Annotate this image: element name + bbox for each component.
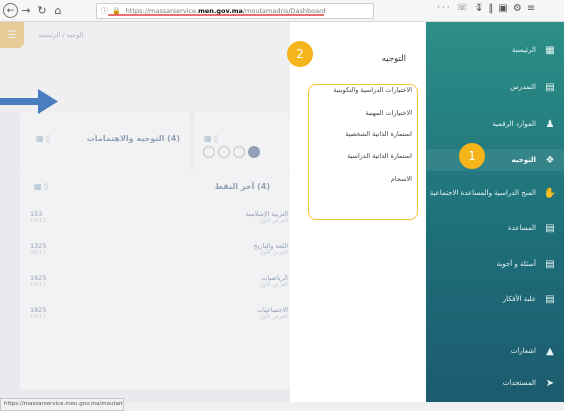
card-count: (4) <box>167 134 180 143</box>
submenu-item-harmony[interactable]: الاسجام <box>304 175 412 183</box>
orientation-submenu: التوجيه الاختيارات الدراسية والتكوينية ا… <box>290 22 426 402</box>
sidebar-item-label: علبة الأفكار <box>502 295 536 303</box>
date: 26/11 <box>30 250 46 256</box>
exam-label: الفرض الأول <box>259 218 288 224</box>
dashboard-icon: ▦ <box>545 44 555 56</box>
sidebar-item-ideas[interactable]: علبة الأفكار ▤ <box>426 288 564 310</box>
sidebar-item-scholarships[interactable]: المنح الدراسية والمساعدة الاجتماعية ✋ <box>426 182 564 204</box>
table-row-score: 1325 26/11 <box>30 242 47 256</box>
table-row-score: 1625 19/11 <box>30 274 47 288</box>
pocket-icon[interactable]: ☏ <box>456 3 469 13</box>
sidebar-item-notifications[interactable]: اشعارات ▲ <box>426 340 564 362</box>
bell-icon: ▲ <box>546 345 554 357</box>
submenu-title: التوجيه <box>381 54 406 64</box>
progress-card: ▦ ◊ <box>194 112 290 172</box>
sidebar-item-label: المساعدة <box>507 224 536 232</box>
date: 19/11 <box>30 282 46 288</box>
status-url: https://massarservice.men.gov.ma/moutama… <box>0 398 124 411</box>
annotation-badge-1: 1 <box>459 143 485 169</box>
extension-icon[interactable]: ⚙ <box>513 3 527 14</box>
sidebar-item-schooling[interactable]: التمدرس ▤ <box>426 76 564 98</box>
sidebar-item-label: اشعارات <box>510 347 536 355</box>
compass-icon: ❖ <box>545 154 555 166</box>
sidebar-item-label: المستجدات <box>502 379 536 387</box>
home-tag-icon[interactable]: ☰ <box>0 22 24 48</box>
faq-icon: ▤ <box>545 258 555 270</box>
sidebar-item-label: التوجيه <box>511 156 536 164</box>
back-icon[interactable]: ← <box>3 3 18 18</box>
exam-label: الفرض الأول <box>259 314 288 320</box>
forward-icon[interactable]: → <box>18 3 34 19</box>
toolbar-icons: ↧‖▣⚙≡ <box>475 3 540 14</box>
sidebar-item-label: الموارد الرقمية <box>492 120 536 128</box>
exam-label: الفرض الأول <box>259 250 288 256</box>
table-row-subject: الرياضيات الفرض الأول <box>232 274 288 288</box>
submenu-item-personal-form[interactable]: استمارة الذاتية الشخصية <box>304 130 412 138</box>
hand-icon: ✋ <box>543 187 557 199</box>
home-icon[interactable]: ⌂ <box>50 3 66 19</box>
sidebar: الرئيسية ▦ التمدرس ▤ الموارد الرقمية ♟ التو… <box>426 22 564 402</box>
sidebar-item-label: المنح الدراسية والمساعدة الاجتماعية <box>429 189 536 197</box>
card-title-text: التوجيه والاهتمامات <box>86 134 165 143</box>
score: 1825 <box>30 306 47 314</box>
card-title: (4) التوجيه والاهتمامات <box>87 134 180 143</box>
idea-icon: ▤ <box>545 293 555 305</box>
pointer-arrow-icon <box>0 89 58 114</box>
book-icon: ▤ <box>545 81 555 93</box>
sidebar-item-news[interactable]: المستجدات ➤ <box>426 372 564 394</box>
step-circles <box>203 146 260 158</box>
people-icon: ♟ <box>545 118 555 130</box>
table-row-score: 1825 10/11 <box>30 306 47 320</box>
submenu-item-study-form[interactable]: استمارة الذاتية الدراسية <box>304 152 412 160</box>
score: 1625 <box>30 274 47 282</box>
annotation-badge-2: 2 <box>287 41 313 67</box>
submenu-item-academic-choices[interactable]: الاختيارات الدراسية والتكوينية <box>304 86 412 94</box>
news-icon: ➤ <box>545 377 555 389</box>
sidebar-item-home[interactable]: الرئيسية ▦ <box>426 39 564 61</box>
exam-label: الفرض الأول <box>259 282 288 288</box>
info-icon[interactable]: ⓘ <box>101 6 108 16</box>
library-icon[interactable]: ‖ <box>488 3 498 14</box>
sidebar-item-faq[interactable]: أسئلة و أجوبة ▤ <box>426 253 564 275</box>
date: 15/12 <box>30 218 46 224</box>
sidebar-item-help[interactable]: المساعدة ▤ <box>426 217 564 239</box>
card-icon: ▦ ◊ <box>34 182 49 191</box>
orientation-card: (4) التوجيه والاهتمامات ▦ ◊ <box>20 112 190 172</box>
background-page: ☰ الوجيه / الرئيسية (4) التوجيه والاهتما… <box>0 22 290 402</box>
subject: الاجتماعيات <box>256 306 288 314</box>
sidebar-toggle-icon[interactable]: ▣ <box>498 3 512 14</box>
card-title-text: آخر النقط <box>214 182 255 191</box>
sidebar-item-label: أسئلة و أجوبة <box>496 260 536 268</box>
submenu-item-career-choices[interactable]: الاختيارات المهنية <box>304 109 412 117</box>
sidebar-item-label: الرئيسية <box>511 46 536 54</box>
table-row-subject: الاجتماعيات الفرض الأول <box>232 306 288 320</box>
score: 153 <box>30 210 43 218</box>
download-icon[interactable]: ↧ <box>475 3 488 14</box>
sidebar-item-digital-resources[interactable]: الموارد الرقمية ♟ <box>426 113 564 135</box>
subject: التربية الإسلامية <box>245 210 288 218</box>
table-row-score: 153 15/12 <box>30 210 46 224</box>
breadcrumb: الوجيه / الرئيسية <box>38 31 84 39</box>
card-title: (4) آخر النقط <box>215 182 270 191</box>
address-bar[interactable]: ⓘ 🔒 https://massarservice. men.gov.ma/mou… <box>96 3 374 19</box>
card-count: (4) <box>257 182 270 191</box>
bottom-strip <box>124 402 564 411</box>
card-icon: ▦ ◊ <box>36 134 51 143</box>
table-row-subject: التربية الإسلامية الفرض الأول <box>232 210 288 224</box>
date: 10/11 <box>30 314 46 320</box>
reload-icon[interactable]: ↻ <box>34 3 50 19</box>
subject: اللغة والتاريخ <box>253 242 288 250</box>
table-row-subject: اللغة والتاريخ الفرض الأول <box>232 242 288 256</box>
red-underline <box>108 14 324 16</box>
score: 1325 <box>30 242 47 250</box>
help-icon: ▤ <box>545 222 555 234</box>
latest-grades-card: (4) آخر النقط ▦ ◊ 153 15/12 التربية الإسل… <box>20 170 290 390</box>
card-icon: ▦ ◊ <box>204 134 219 143</box>
menu-icon[interactable]: ≡ <box>527 3 540 14</box>
sidebar-item-label: التمدرس <box>510 83 536 91</box>
sidebar-item-orientation[interactable]: التوجيه ❖ <box>426 149 564 171</box>
subject: الرياضيات <box>261 274 288 282</box>
